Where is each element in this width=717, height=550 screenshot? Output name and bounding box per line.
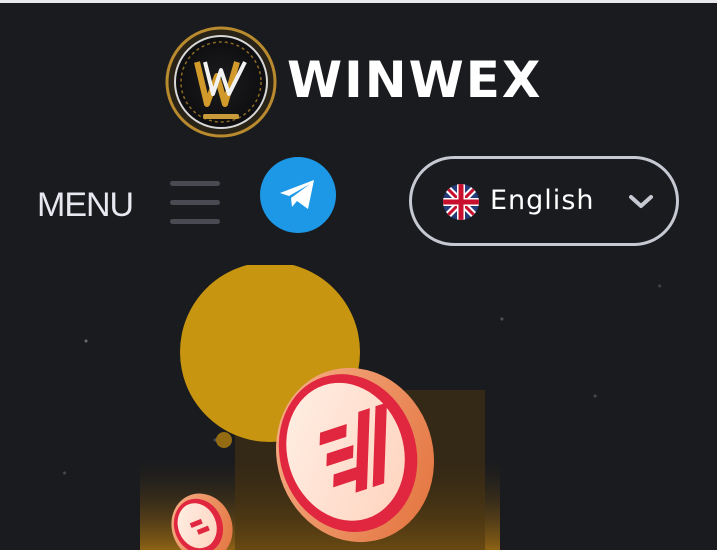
language-selector[interactable]: English xyxy=(409,156,679,246)
chevron-down-icon xyxy=(629,195,653,208)
brand-name: WINWEX xyxy=(287,51,543,109)
winwex-logo-emblem xyxy=(165,26,277,138)
hamburger-icon[interactable] xyxy=(170,181,220,225)
brand-logo[interactable]: WINWEX xyxy=(165,26,540,138)
telegram-icon xyxy=(280,180,314,209)
menu-label[interactable]: MENU xyxy=(37,183,134,227)
hamburger-line xyxy=(170,200,220,205)
uk-flag-icon xyxy=(443,184,479,220)
telegram-button[interactable] xyxy=(260,157,336,233)
crypto-coins-illustration xyxy=(140,265,500,550)
hamburger-line xyxy=(170,219,220,224)
language-label: English xyxy=(490,185,595,216)
hamburger-line xyxy=(170,181,220,186)
